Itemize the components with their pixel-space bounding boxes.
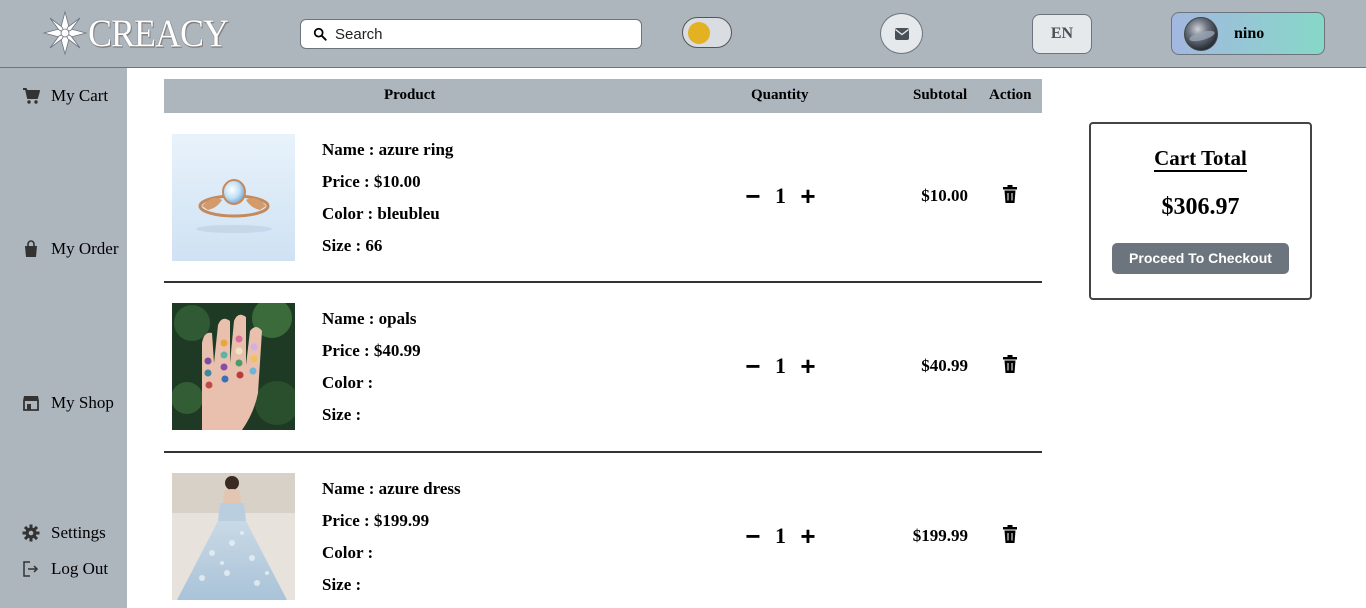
quantity-stepper: − 1 + [742, 183, 819, 209]
logo-text: CREACY [88, 11, 229, 55]
product-color: Color : [322, 373, 374, 392]
row-subtotal: $10.00 [921, 186, 968, 205]
product-name: Name : azure dress [322, 479, 461, 498]
table-row: Name : azure dress Price : $199.99 Color… [164, 453, 1042, 608]
header-subtotal: Subtotal [913, 87, 968, 103]
header-product: Product [384, 87, 436, 103]
product-color: Color : bleubleu [322, 204, 440, 223]
sidebar-item-log-out[interactable]: Log Out [22, 559, 108, 579]
search-input[interactable] [335, 25, 625, 43]
mail-icon [894, 27, 909, 40]
product-name: Name : azure ring [322, 140, 454, 159]
decrease-quantity-button[interactable]: − [742, 523, 764, 549]
product-info: Name : azure ring Price : $10.00 Color :… [322, 134, 453, 262]
header-action: Action [989, 87, 1032, 103]
logout-icon [23, 561, 39, 577]
product-size: Size : [322, 405, 362, 424]
logo[interactable]: CREACY [42, 9, 229, 57]
product-color: Color : [322, 543, 374, 562]
row-subtotal: $199.99 [912, 526, 968, 545]
cart-total-title: Cart Total [1154, 146, 1247, 172]
product-info: Name : azure dress Price : $199.99 Color… [322, 473, 461, 601]
gear-icon [22, 524, 40, 542]
product-image-ring[interactable] [172, 134, 295, 261]
table-row: Name : azure ring Price : $10.00 Color :… [164, 113, 1042, 283]
sidebar-item-my-shop[interactable]: My Shop [22, 393, 114, 413]
increase-quantity-button[interactable]: + [797, 183, 819, 209]
sidebar-item-settings[interactable]: Settings [22, 523, 106, 543]
dress-photo [172, 473, 295, 600]
product-info: Name : opals Price : $40.99 Color : Size… [322, 303, 421, 431]
store-icon [23, 396, 39, 411]
search-icon [313, 27, 327, 41]
proceed-to-checkout-button[interactable]: Proceed To Checkout [1112, 243, 1289, 274]
header-quantity: Quantity [751, 87, 809, 103]
trash-icon[interactable] [1002, 185, 1018, 203]
logo-emblem-icon [42, 10, 88, 56]
messages-button[interactable] [880, 13, 923, 54]
user-profile-button[interactable]: nino [1171, 12, 1325, 55]
decrease-quantity-button[interactable]: − [742, 353, 764, 379]
cart-table-header: Product Quantity Subtotal Action [164, 79, 1042, 113]
cart-total-amount: $306.97 [1161, 194, 1240, 220]
table-row: Name : opals Price : $40.99 Color : Size… [164, 283, 1042, 453]
theme-toggle[interactable] [682, 17, 732, 48]
cart-total-panel: Cart Total $306.97 Proceed To Checkout [1089, 122, 1312, 300]
quantity-stepper: − 1 + [742, 523, 819, 549]
trash-icon[interactable] [1002, 355, 1018, 373]
sidebar-item-label: My Shop [51, 393, 114, 412]
product-size: Size : [322, 575, 362, 594]
avatar [1184, 16, 1218, 51]
product-name: Name : opals [322, 309, 417, 328]
quantity-value: 1 [775, 183, 786, 208]
trash-icon[interactable] [1002, 525, 1018, 543]
language-button[interactable]: EN [1032, 14, 1092, 54]
quantity-value: 1 [775, 523, 786, 548]
sidebar-item-my-cart[interactable]: My Cart [22, 86, 108, 106]
shopping-bag-icon [25, 240, 37, 257]
opal-rings-photo [172, 303, 295, 430]
increase-quantity-button[interactable]: + [797, 353, 819, 379]
increase-quantity-button[interactable]: + [797, 523, 819, 549]
product-price: Price : $40.99 [322, 341, 421, 360]
toggle-knob [688, 22, 710, 44]
ring-photo [172, 134, 295, 261]
sidebar-item-label: Settings [51, 523, 106, 542]
decrease-quantity-button[interactable]: − [742, 183, 764, 209]
sidebar-item-label: Log Out [51, 559, 109, 578]
row-subtotal: $40.99 [921, 356, 968, 375]
quantity-value: 1 [775, 353, 786, 378]
quantity-stepper: − 1 + [742, 353, 819, 379]
product-image-opals[interactable] [172, 303, 295, 430]
search-bar[interactable] [300, 19, 642, 49]
product-image-dress[interactable] [172, 473, 295, 600]
user-name: nino [1234, 24, 1265, 42]
product-price: Price : $199.99 [322, 511, 430, 530]
sidebar: My Cart My Order My Shop Settings Log Ou… [0, 68, 127, 608]
product-price: Price : $10.00 [322, 172, 421, 191]
cart-icon [23, 88, 40, 104]
sidebar-item-label: My Order [51, 239, 119, 258]
top-header: CREACY EN nino [0, 0, 1366, 68]
sidebar-item-label: My Cart [51, 86, 109, 105]
product-size: Size : 66 [322, 236, 383, 255]
sidebar-item-my-order[interactable]: My Order [22, 239, 119, 259]
